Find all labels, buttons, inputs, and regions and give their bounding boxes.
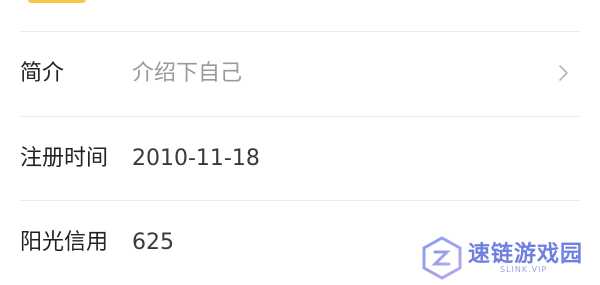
chevron-right-icon[interactable]: [552, 62, 574, 84]
profile-row-bio[interactable]: 简介 介绍下自己: [0, 32, 600, 116]
registration-date-value: 2010-11-18: [132, 146, 260, 171]
watermark-subtitle: SLINK.VIP: [500, 265, 548, 274]
row-label-registration: 注册时间: [20, 146, 109, 171]
bio-value[interactable]: 介绍下自己: [132, 59, 242, 89]
top-partial-row: [0, 0, 600, 30]
row-label-credit: 阳光信用: [20, 230, 109, 255]
profile-row-registration: 注册时间 2010-11-18: [0, 117, 600, 201]
credit-score-value: 625: [132, 230, 174, 255]
watermark: 速链游戏园 SLINK.VIP: [412, 232, 600, 284]
watermark-title: 速链游戏园: [468, 242, 584, 267]
watermark-logo-icon: [420, 236, 464, 280]
top-accent-chip: [28, 0, 86, 3]
row-label-bio: 简介: [20, 61, 65, 86]
